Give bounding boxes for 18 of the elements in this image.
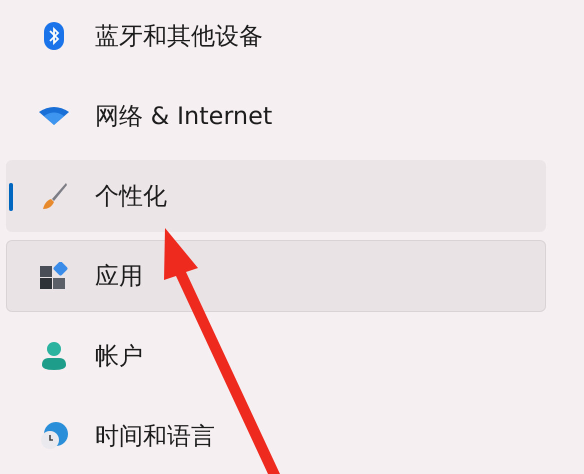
sidebar-item[interactable]: 个性化 — [6, 160, 546, 232]
bluetooth-icon — [43, 21, 65, 51]
sidebar-item[interactable]: 应用 — [6, 240, 546, 312]
item-label: 个性化 — [95, 181, 167, 212]
item-label: 网络 & Internet — [95, 101, 272, 132]
sidebar-item[interactable]: 网络 & Internet — [6, 80, 546, 152]
selection-indicator — [9, 183, 13, 211]
wifi-icon — [38, 106, 70, 126]
sidebar-item[interactable]: 时间和语言 — [6, 400, 546, 472]
apps-icon — [39, 262, 69, 290]
item-label: 时间和语言 — [95, 421, 215, 452]
sidebar-item[interactable]: 帐户 — [6, 320, 546, 392]
globe-clock-icon — [39, 421, 69, 451]
person-icon — [41, 341, 67, 371]
sidebar-item[interactable]: 蓝牙和其他设备 — [6, 0, 546, 72]
item-label: 帐户 — [95, 341, 143, 372]
item-label: 蓝牙和其他设备 — [95, 21, 263, 52]
item-label: 应用 — [95, 261, 143, 292]
